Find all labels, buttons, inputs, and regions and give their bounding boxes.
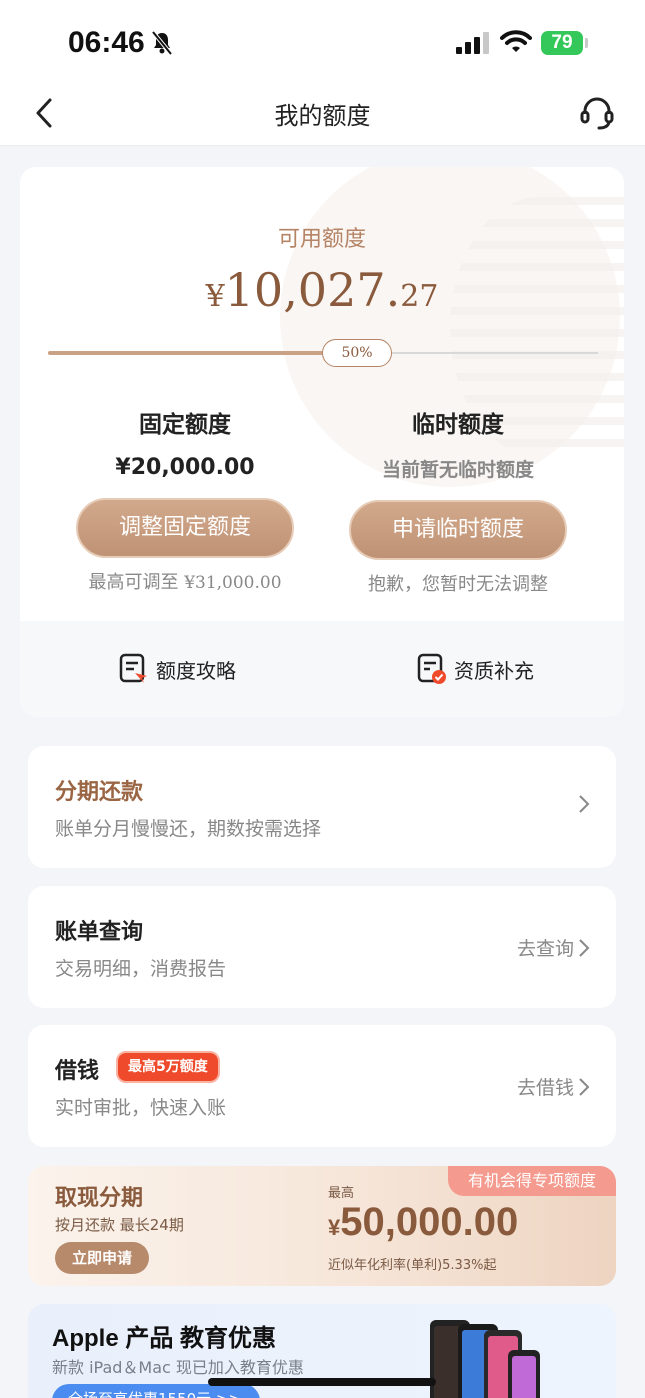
installment-action xyxy=(578,794,590,814)
cash-installment-banner[interactable]: 取现分期 按月还款 最长24期 立即申请 有机会得专项额度 最高 ¥50,000… xyxy=(28,1166,616,1286)
adjust-fixed-credit-button[interactable]: 调整固定额度 xyxy=(76,498,294,558)
max-amount-currency: ¥ xyxy=(328,1215,341,1240)
bill-query-subtitle: 交易明细，消费报告 xyxy=(55,958,227,980)
max-amount-value: 50,000.00 xyxy=(340,1200,519,1244)
temporary-credit-title: 临时额度 xyxy=(412,412,504,438)
amount-decimal: 27 xyxy=(400,279,439,314)
quick-link-strategy[interactable]: 额度攻略 xyxy=(118,651,236,687)
temporary-credit-note: 抱歉，您暂时无法调整 xyxy=(368,574,548,595)
credit-card: 可用额度 ¥10,027.27 50% 固定额度 ¥20,000.00 调整固定… xyxy=(20,167,624,621)
borrow-limit-badge: 最高5万额度 xyxy=(116,1051,220,1083)
chevron-right-icon xyxy=(579,795,590,813)
borrow-subtitle: 实时审批，快速入账 xyxy=(55,1097,227,1119)
installment-subtitle: 账单分月慢慢还，期数按需选择 xyxy=(55,818,322,840)
signal-icon xyxy=(456,32,489,54)
available-credit-amount: ¥10,027.27 xyxy=(20,263,624,317)
special-credit-tag: 有机会得专项额度 xyxy=(448,1166,616,1196)
installment-repayment-card[interactable]: 分期还款 账单分月慢慢还，期数按需选择 xyxy=(28,746,616,868)
available-credit-label: 可用额度 xyxy=(277,227,366,252)
bill-query-title: 账单查询 xyxy=(55,920,144,945)
fixed-credit-section: 固定额度 ¥20,000.00 调整固定额度 最高可调至 ¥31,000.00 xyxy=(65,405,305,594)
bell-off-icon xyxy=(151,30,173,56)
fixed-credit-note: 最高可调至 ¥31,000.00 xyxy=(65,568,305,594)
borrow-action-label: 去借钱 xyxy=(516,1077,574,1099)
apple-devices-illustration xyxy=(430,1320,540,1398)
customer-service-icon[interactable] xyxy=(578,94,616,132)
currency-symbol: ¥ xyxy=(205,279,225,314)
borrow-title: 借钱 xyxy=(55,1059,100,1084)
chevron-right-icon xyxy=(579,938,590,957)
temporary-credit-section: 临时额度 当前暂无临时额度 申请临时额度 抱歉，您暂时无法调整 xyxy=(338,405,578,596)
chevron-right-icon xyxy=(579,1077,590,1096)
progress-fill xyxy=(48,351,323,355)
home-indicator xyxy=(208,1378,436,1386)
borrow-card[interactable]: 借钱 最高5万额度 实时审批，快速入账 去借钱 xyxy=(28,1025,616,1147)
fixed-credit-title: 固定额度 xyxy=(139,412,231,438)
quick-link-qualification[interactable]: 资质补充 xyxy=(416,651,534,687)
apple-promo-button[interactable]: 全场至高优惠1550元 >> xyxy=(52,1384,260,1398)
interest-rate-note: 近似年化利率(单利)5.33%起 xyxy=(328,1258,497,1273)
status-bar: 06:46 79 xyxy=(0,0,645,82)
max-amount: ¥50,000.00 xyxy=(328,1200,518,1245)
max-label: 最高 xyxy=(328,1186,355,1201)
cash-installment-title: 取现分期 xyxy=(55,1185,144,1211)
apple-banner-subtitle: 新款 iPad＆Mac 现已加入教育优惠 xyxy=(52,1358,304,1377)
bill-query-action-label: 去查询 xyxy=(516,938,574,960)
bill-query-card[interactable]: 账单查询 交易明细，消费报告 去查询 xyxy=(28,886,616,1008)
status-time: 06:46 xyxy=(68,26,145,59)
quick-link-strategy-label: 额度攻略 xyxy=(156,658,236,683)
fixed-note-prefix: 最高可调至 xyxy=(88,572,185,593)
qualification-doc-icon xyxy=(417,653,446,684)
battery-indicator: 79 xyxy=(541,31,583,55)
quick-links: 额度攻略 资质补充 xyxy=(20,621,624,717)
amount-integer: 10,027. xyxy=(224,263,401,317)
fixed-credit-value: ¥20,000.00 xyxy=(115,455,255,480)
quick-link-qualification-label: 资质补充 xyxy=(454,658,534,683)
fixed-note-amount: ¥31,000.00 xyxy=(184,573,282,593)
apply-now-button[interactable]: 立即申请 xyxy=(55,1242,149,1274)
wifi-icon xyxy=(500,30,532,52)
nav-bar: 我的额度 xyxy=(0,82,645,146)
installment-title: 分期还款 xyxy=(55,780,144,805)
apply-temporary-credit-button[interactable]: 申请临时额度 xyxy=(349,500,567,560)
bill-query-action[interactable]: 去查询 xyxy=(517,934,590,961)
borrow-action[interactable]: 去借钱 xyxy=(517,1073,590,1100)
progress-percent: 50% xyxy=(322,339,392,367)
page-title: 我的额度 xyxy=(274,102,371,130)
apple-banner-title: Apple 产品 教育优惠 xyxy=(52,1325,277,1352)
strategy-doc-icon xyxy=(119,653,147,683)
battery-tip xyxy=(585,38,588,48)
temporary-credit-value: 当前暂无临时额度 xyxy=(381,459,534,481)
cash-installment-subtitle: 按月还款 最长24期 xyxy=(55,1216,184,1234)
